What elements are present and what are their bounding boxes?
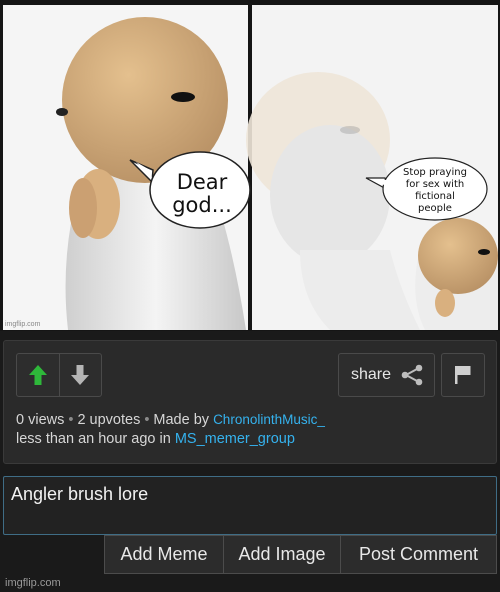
meme-info-panel: share 0 views • 2 upvotes • Made by Chronoli… bbox=[3, 340, 497, 464]
upvote-button[interactable] bbox=[17, 354, 59, 396]
downvote-button[interactable] bbox=[58, 354, 102, 396]
share-icon bbox=[401, 364, 423, 386]
meme-meta: 0 views • 2 upvotes • Made by ChronolinthMus… bbox=[16, 412, 325, 447]
meme-image: Dear god... imgflip.com Stop praying for… bbox=[0, 0, 500, 331]
comment-actions: Add Meme Add Image Post Comment bbox=[104, 535, 497, 574]
bubble-right-line2: for sex with bbox=[406, 179, 464, 190]
post-comment-button[interactable]: Post Comment bbox=[341, 535, 497, 574]
meme-watermark: imgflip.com bbox=[5, 321, 41, 328]
bubble-right-line3: fictional bbox=[415, 191, 455, 202]
small-character-head bbox=[418, 218, 498, 294]
share-button[interactable]: share bbox=[338, 353, 435, 397]
character-eye bbox=[171, 92, 195, 102]
bubble-right-line1: Stop praying bbox=[403, 167, 467, 178]
share-label: share bbox=[351, 366, 392, 383]
footer-watermark: imgflip.com bbox=[5, 577, 61, 589]
arrow-up-icon bbox=[28, 365, 47, 385]
stream-link[interactable]: MS_memer_group bbox=[175, 431, 295, 447]
bubble-right-line4: people bbox=[418, 203, 452, 214]
flag-icon bbox=[455, 366, 471, 384]
view-count: 0 views bbox=[16, 412, 65, 428]
author-link[interactable]: ChronolinthMusic_ bbox=[213, 412, 325, 427]
add-meme-button[interactable]: Add Meme bbox=[104, 535, 224, 574]
vote-group bbox=[16, 353, 102, 397]
arrow-down-icon bbox=[71, 365, 90, 385]
comment-input[interactable]: Angler brush lore bbox=[3, 476, 497, 535]
add-image-button[interactable]: Add Image bbox=[224, 535, 341, 574]
time-text: less than an hour ago in bbox=[16, 431, 171, 447]
flag-button[interactable] bbox=[441, 353, 485, 397]
made-by-label: Made by bbox=[153, 412, 210, 428]
upvote-count: 2 upvotes bbox=[77, 412, 141, 428]
bubble-left-line2: god... bbox=[172, 193, 232, 217]
bubble-left-line1: Dear bbox=[177, 170, 228, 194]
